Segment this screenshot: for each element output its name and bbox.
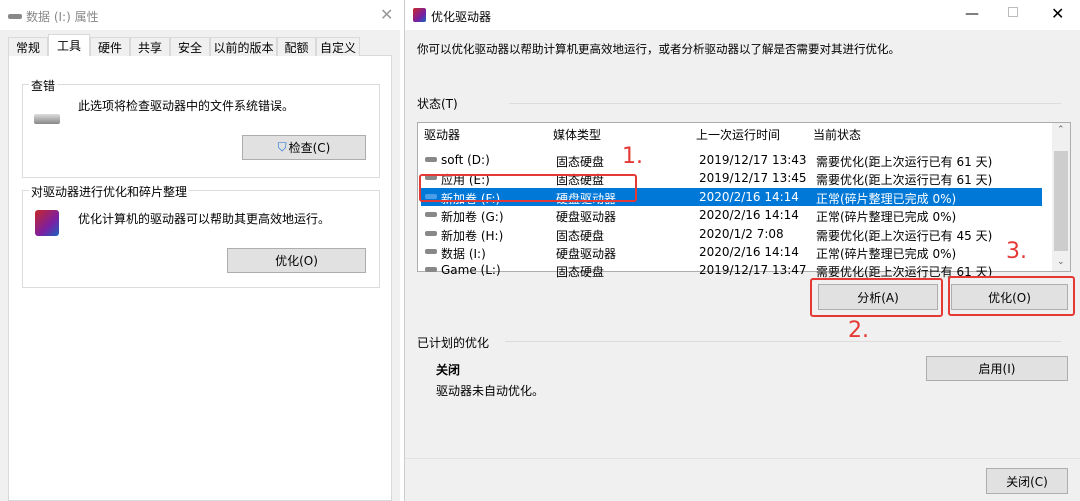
drive-icon — [425, 212, 437, 218]
drive-name: 新加卷 (G:) — [441, 210, 504, 225]
drive-row[interactable]: 新加卷 (H:) 固态硬盘 2020/1/2 7:08 需要优化(距上次运行已有 45… — [421, 225, 1042, 243]
optimize-group: 对驱动器进行优化和碎片整理 — [22, 183, 380, 288]
media-type: 固态硬盘 — [556, 265, 605, 280]
divider — [509, 103, 1061, 104]
last-run: 2019/12/17 13:45 — [699, 171, 807, 186]
drive-icon — [8, 14, 22, 19]
divider — [505, 341, 1061, 342]
footer — [405, 458, 1080, 501]
title-bar: 优化驱动器 — ✕ — [405, 0, 1080, 30]
current-status: 正常(碎片整理已完成 0%) — [816, 247, 957, 261]
drive-icon — [34, 114, 60, 124]
media-type: 硬盘驱动器 — [556, 247, 617, 261]
window-title: 数据 (I:) 属性 — [26, 10, 99, 24]
tab-general[interactable]: 常规 — [8, 37, 48, 56]
drive-name: Game (L:) — [441, 263, 501, 278]
annotation-1: 1. — [622, 144, 643, 169]
drive-icon — [425, 249, 437, 254]
column-header[interactable]: 驱动器 — [424, 126, 460, 143]
defrag-icon — [35, 210, 59, 236]
media-type: 固态硬盘 — [556, 155, 605, 169]
shield-icon: ⛉ — [277, 140, 287, 154]
optimize-desc: 优化计算机的驱动器可以帮助其更高效地运行。 — [78, 212, 331, 226]
drive-row[interactable]: soft (D:) 固态硬盘 2019/12/17 13:43 需要优化(距上次运行已… — [421, 151, 1042, 169]
properties-window: 数据 (I:) 属性 ✕ 常规 工具 硬件 共享 安全 以前的版本 配额 自定义… — [0, 0, 400, 501]
column-header[interactable]: 当前状态 — [813, 126, 861, 143]
check-button[interactable]: ⛉ 检查(C) — [242, 135, 366, 160]
enable-button[interactable]: 启用(I) — [926, 356, 1068, 381]
tab-previous-versions[interactable]: 以前的版本 — [210, 37, 277, 56]
current-status: 正常(碎片整理已完成 0%) — [816, 191, 957, 206]
current-status: 需要优化(距上次运行已有 61 天) — [816, 155, 993, 169]
drive-row[interactable]: 新加卷 (G:) 硬盘驱动器 2020/2/16 14:14 正常(碎片整理已完成 0… — [421, 206, 1042, 224]
check-label: 检查(C) — [288, 141, 331, 155]
drive-icon — [425, 157, 437, 162]
optimize-button[interactable]: 优化(O) — [227, 248, 366, 273]
drive-name: soft (D:) — [441, 153, 490, 167]
annotation-box-selected-drive — [419, 174, 637, 202]
last-run: 2020/2/16 14:14 — [699, 189, 799, 204]
media-type: 固态硬盘 — [556, 228, 605, 243]
tab-customize[interactable]: 自定义 — [316, 37, 360, 56]
defrag-icon — [413, 8, 426, 22]
tab-quota[interactable]: 配额 — [277, 37, 316, 56]
tab-hardware[interactable]: 硬件 — [90, 37, 130, 56]
drive-icon — [425, 267, 437, 273]
last-run: 2020/2/16 14:14 — [699, 208, 799, 223]
list-header: 驱动器 媒体类型 上一次运行时间 当前状态 — [418, 123, 1050, 143]
status-label: 状态(T) — [417, 97, 458, 111]
annotation-box-analyze — [810, 278, 943, 317]
scroll-up-icon[interactable]: ⌃ — [1057, 125, 1065, 135]
annotation-3: 3. — [1006, 239, 1027, 264]
description: 你可以优化驱动器以帮助计算机更高效地运行，或者分析驱动器以了解是否需要对其进行优… — [417, 42, 900, 56]
column-header[interactable]: 媒体类型 — [553, 126, 601, 143]
tab-sharing[interactable]: 共享 — [130, 37, 170, 56]
scheduled-label: 已计划的优化 — [417, 336, 490, 350]
last-run: 2020/2/16 14:14 — [699, 245, 799, 259]
group-label: 查错 — [29, 77, 58, 94]
drive-icon — [425, 230, 437, 236]
scheduled-state: 关闭 — [436, 363, 461, 377]
scrollbar[interactable]: ⌃ ⌄ — [1052, 123, 1070, 271]
current-status: 正常(碎片整理已完成 0%) — [816, 210, 957, 225]
optimize-drives-window: 优化驱动器 — ✕ 你可以优化驱动器以帮助计算机更高效地运行，或者分析驱动器以了… — [404, 0, 1080, 501]
last-run: 2020/1/2 7:08 — [699, 226, 784, 241]
maximize-icon[interactable] — [1008, 7, 1018, 17]
media-type: 硬盘驱动器 — [556, 210, 617, 225]
drive-name: 数据 (I:) — [441, 247, 486, 261]
minimize-icon[interactable]: — — [965, 6, 979, 22]
tab-tools[interactable]: 工具 — [48, 34, 90, 56]
close-icon[interactable]: ✕ — [380, 5, 393, 24]
drive-row[interactable]: 数据 (I:) 硬盘驱动器 2020/2/16 14:14 正常(碎片整理已完成 0%… — [421, 243, 1042, 261]
last-run: 2019/12/17 13:43 — [699, 153, 807, 167]
window-title: 优化驱动器 — [431, 10, 492, 24]
annotation-2: 2. — [848, 318, 869, 343]
last-run: 2019/12/17 13:47 — [699, 263, 807, 278]
check-desc: 此选项将检查驱动器中的文件系统错误。 — [78, 99, 295, 113]
current-status: 需要优化(距上次运行已有 61 天) — [816, 173, 993, 188]
scroll-thumb[interactable] — [1054, 151, 1068, 251]
annotation-box-optimize — [948, 276, 1075, 316]
drive-name: 新加卷 (H:) — [441, 228, 504, 243]
current-status: 需要优化(距上次运行已有 45 天) — [816, 228, 993, 243]
close-button[interactable]: 关闭(C) — [986, 468, 1068, 494]
scroll-down-icon[interactable]: ⌄ — [1057, 257, 1065, 267]
scheduled-desc: 驱动器未自动优化。 — [436, 384, 545, 398]
tab-security[interactable]: 安全 — [170, 37, 210, 56]
column-header[interactable]: 上一次运行时间 — [696, 126, 780, 143]
group-label: 对驱动器进行优化和碎片整理 — [29, 183, 190, 200]
close-icon[interactable]: ✕ — [1051, 4, 1064, 23]
title-bar: 数据 (I:) 属性 ✕ — [0, 0, 400, 30]
